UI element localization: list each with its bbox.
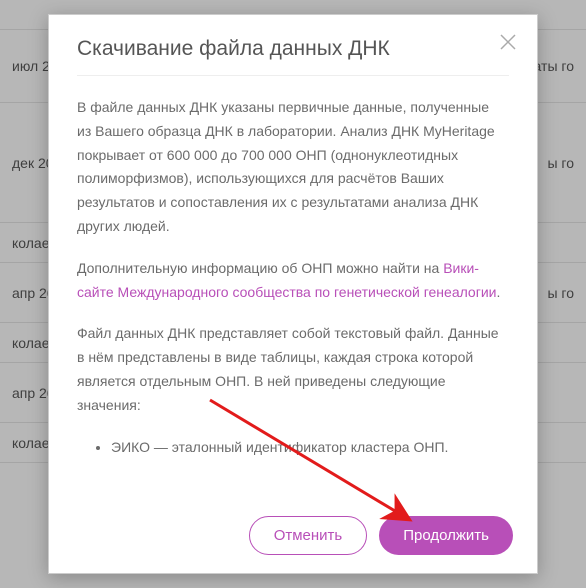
bullet-item: ЭИКО — эталонный идентификатор кластера … [111,436,507,460]
continue-button[interactable]: Продолжить [379,516,513,555]
modal-body-wrap: В файле данных ДНК указаны первичные дан… [49,76,537,502]
paragraph-3: Файл данных ДНК представляет собой текст… [77,322,507,417]
modal-footer: Отменить Продолжить [49,502,537,573]
bullet-list: ЭИКО — эталонный идентификатор кластера … [77,436,507,460]
cancel-button[interactable]: Отменить [249,516,368,555]
modal-body[interactable]: В файле данных ДНК указаны первичные дан… [77,96,529,492]
download-dna-modal: Скачивание файла данных ДНК В файле данн… [48,14,538,574]
modal-header: Скачивание файла данных ДНК [49,15,537,75]
close-button[interactable] [499,33,517,51]
paragraph-1: В файле данных ДНК указаны первичные дан… [77,96,507,239]
p2-suffix: . [496,284,500,300]
close-icon [499,33,517,51]
modal-title: Скачивание файла данных ДНК [77,37,509,61]
paragraph-2: Дополнительную информацию об ОНП можно н… [77,257,507,305]
p2-prefix: Дополнительную информацию об ОНП можно н… [77,260,443,276]
